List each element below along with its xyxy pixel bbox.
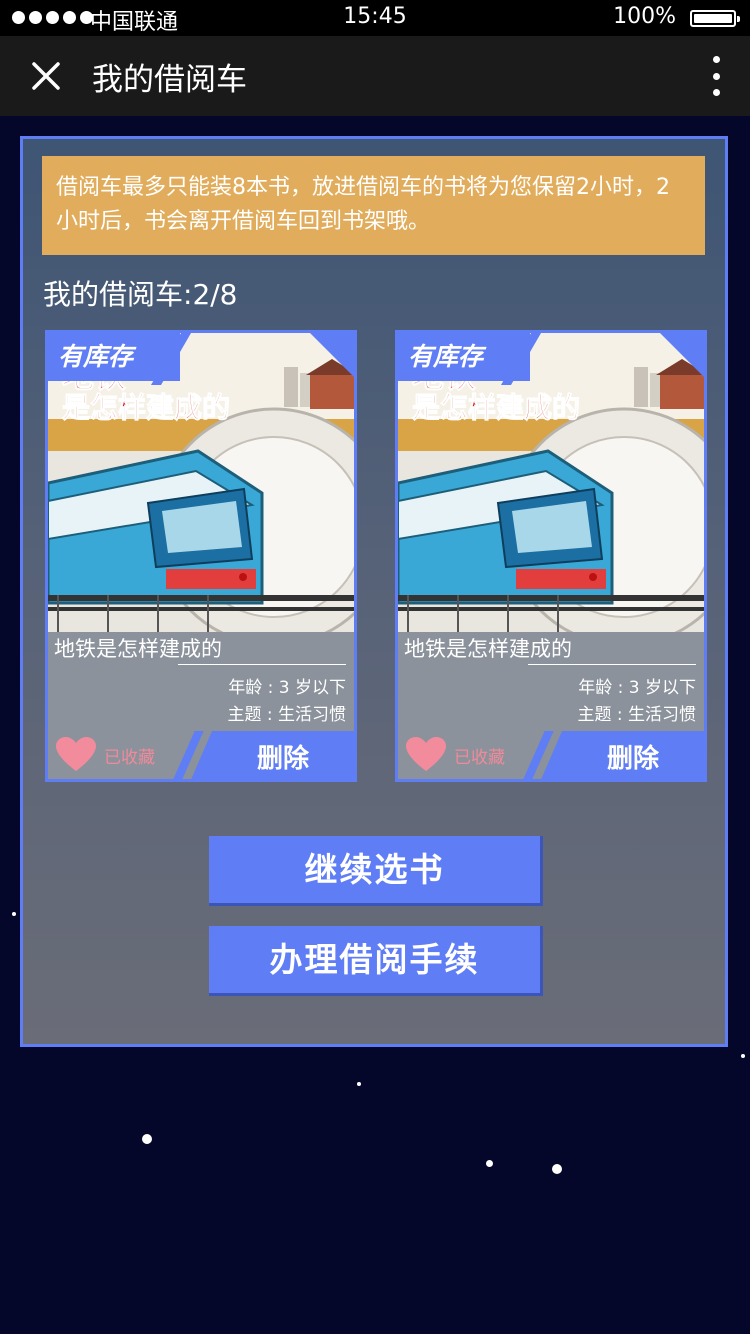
cart-count: 我的借阅车:2/8 (43, 273, 238, 313)
favorite-label: 已收藏 (104, 747, 155, 768)
delete-button[interactable]: 删除 (540, 731, 704, 779)
book-title: 地铁是怎样建成的 (54, 637, 222, 661)
book-cover[interactable]: 地铁 是怎样建成的 有库存 (48, 333, 354, 632)
borrow-cart-panel: 借阅车最多只能装8本书，放进借阅车的书将为您保留2小时，2小时后，书会离开借阅车… (20, 136, 728, 1047)
favorite-button[interactable]: 已收藏 (406, 737, 505, 773)
star (142, 1134, 152, 1144)
star (486, 1160, 493, 1167)
more-options-button[interactable] (706, 56, 726, 96)
more-vertical-icon (712, 56, 720, 63)
book-age: 年龄 : 3 岁以下 (228, 678, 346, 698)
book-theme: 主题 : 生活习惯 (227, 705, 346, 725)
star (357, 1082, 361, 1086)
book-card[interactable]: 地铁 是怎样建成的 有库存 地铁是怎样建成的 年龄 : 3 岁以下 主题 : 生… (45, 330, 357, 782)
book-title: 地铁是怎样建成的 (404, 637, 572, 661)
close-button[interactable] (26, 56, 66, 96)
status-bar: 中国联通 15:45 100% (0, 0, 750, 36)
continue-selecting-button[interactable]: 继续选书 (209, 836, 543, 906)
battery-percentage: 100% (613, 4, 676, 29)
heart-icon (406, 737, 446, 771)
close-icon (32, 62, 60, 90)
cart-count-label: 我的借阅车: (43, 278, 193, 311)
star (12, 912, 16, 916)
nav-bar: 我的借阅车 (0, 36, 750, 116)
book-theme: 主题 : 生活习惯 (577, 705, 696, 725)
book-age: 年龄 : 3 岁以下 (578, 678, 696, 698)
svg-text:是怎样建成的: 是怎样建成的 (412, 391, 580, 424)
favorite-button[interactable]: 已收藏 (56, 737, 155, 773)
page-title: 我的借阅车 (92, 62, 247, 98)
checkout-button[interactable]: 办理借阅手续 (209, 926, 543, 996)
star (741, 1054, 745, 1058)
title-divider (528, 664, 696, 665)
heart-icon (56, 737, 96, 771)
book-cover[interactable]: 地铁 是怎样建成的 有库存 (398, 333, 704, 632)
battery-icon (690, 10, 740, 27)
favorite-label: 已收藏 (454, 747, 505, 768)
delete-button[interactable]: 删除 (190, 731, 354, 779)
book-card[interactable]: 地铁 是怎样建成的 有库存 地铁是怎样建成的 年龄 : 3 岁以下 主题 : 生… (395, 330, 707, 782)
svg-text:是怎样建成的: 是怎样建成的 (62, 391, 230, 424)
cart-count-value: 2/8 (192, 278, 238, 311)
star (552, 1164, 562, 1174)
notice-banner: 借阅车最多只能装8本书，放进借阅车的书将为您保留2小时，2小时后，书会离开借阅车… (42, 156, 705, 255)
title-divider (178, 664, 346, 665)
